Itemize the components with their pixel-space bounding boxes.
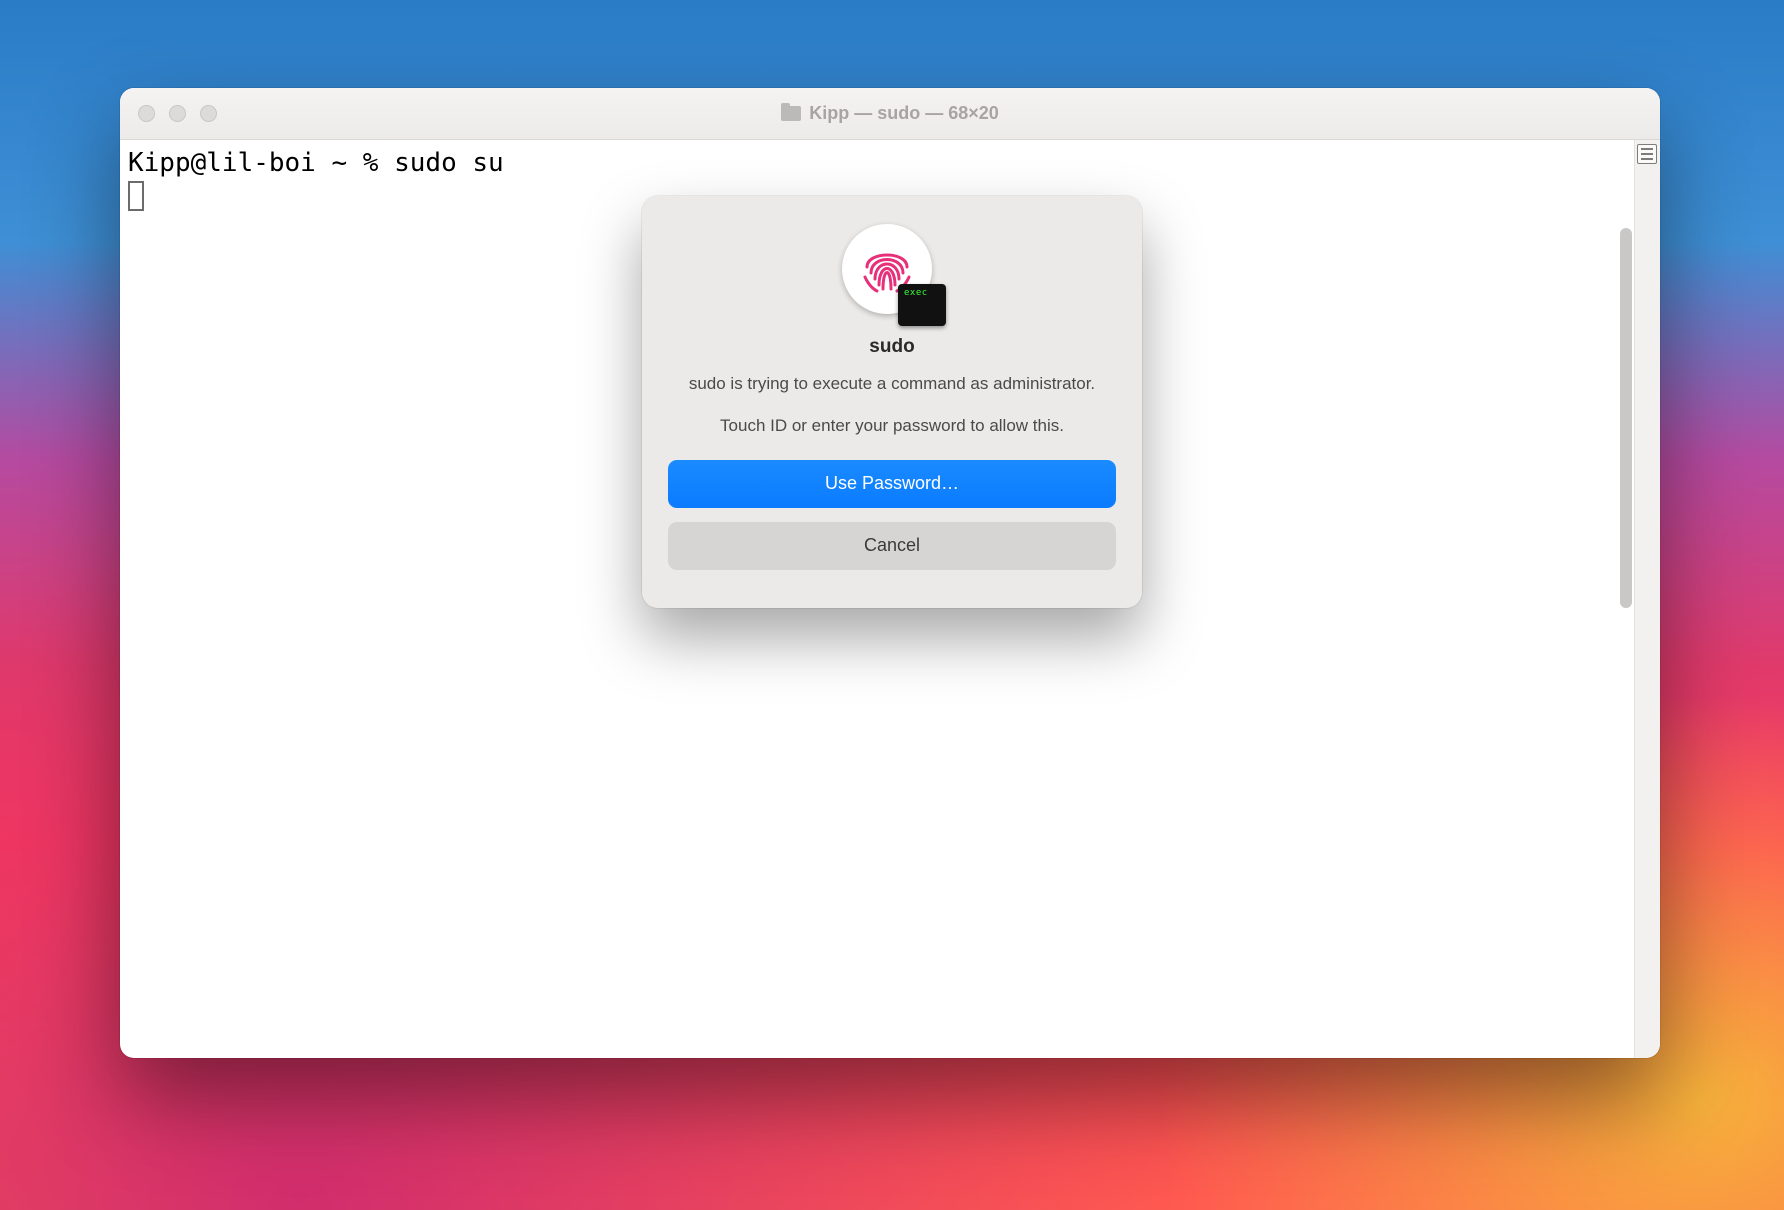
auth-dialog-message-primary: sudo is trying to execute a command as a… [668, 372, 1116, 396]
cancel-button[interactable]: Cancel [668, 522, 1116, 570]
desktop-wallpaper: Kipp — sudo — 68×20 Kipp@lil-boi ~ % sud… [0, 0, 1784, 1210]
exec-badge-text: exec [904, 288, 928, 298]
traffic-lights [120, 105, 217, 122]
exec-badge-icon: exec [898, 284, 946, 326]
use-password-button[interactable]: Use Password… [668, 460, 1116, 508]
window-title: Kipp — sudo — 68×20 [120, 103, 1660, 124]
auth-dialog-title: sudo [668, 336, 1116, 358]
close-window-button[interactable] [138, 105, 155, 122]
auth-dialog: exec sudo sudo is trying to execute a co… [642, 196, 1142, 608]
auth-dialog-message-secondary: Touch ID or enter your password to allow… [668, 414, 1116, 438]
minimize-window-button[interactable] [169, 105, 186, 122]
window-titlebar[interactable]: Kipp — sudo — 68×20 [120, 88, 1660, 140]
terminal-prompt-line: Kipp@lil-boi ~ % sudo su [128, 148, 504, 178]
auth-dialog-icon: exec [842, 224, 942, 324]
zoom-window-button[interactable] [200, 105, 217, 122]
window-title-text: Kipp — sudo — 68×20 [809, 103, 999, 124]
terminal-cursor [128, 181, 144, 211]
scrollbar-thumb[interactable] [1620, 228, 1632, 608]
folder-icon [781, 106, 801, 121]
window-right-rail [1634, 140, 1660, 1058]
document-list-icon[interactable] [1637, 144, 1657, 164]
